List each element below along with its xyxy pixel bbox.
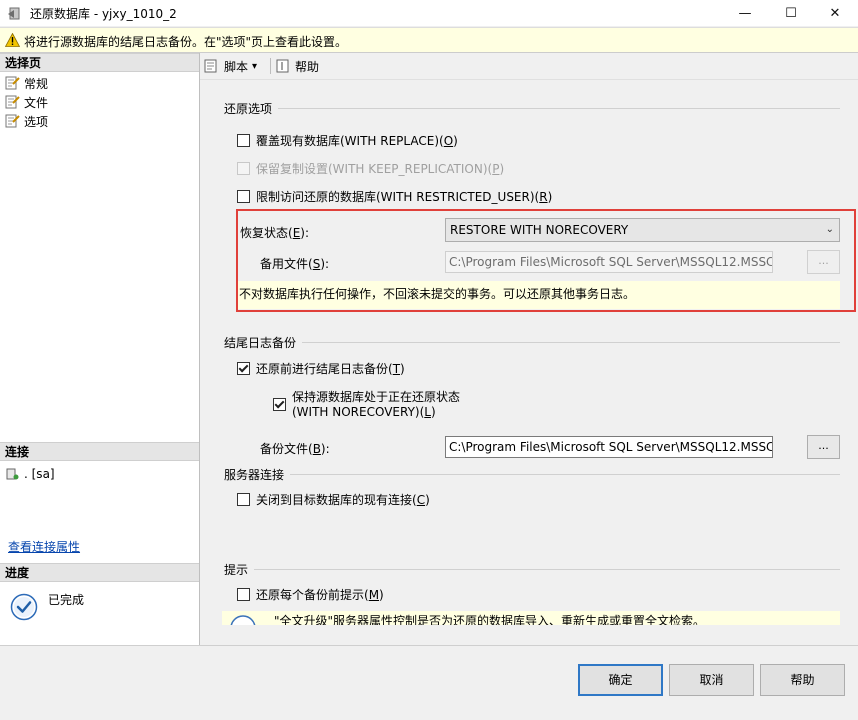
fulltext-info-text: "全文升级"服务器属性控制是否为还原的数据库导入、重新生成或重置全文检索。	[274, 614, 706, 625]
keep-replication-checkbox: 保留复制设置(WITH KEEP_REPLICATION)(P)	[237, 160, 504, 177]
section-divider	[254, 569, 840, 570]
cancel-button[interactable]: 取消	[669, 664, 754, 696]
toolbar: 脚本 ▾ 帮助	[200, 53, 858, 80]
keep-replication-label: 保留复制设置(WITH KEEP_REPLICATION)(P)	[256, 162, 505, 176]
overwrite-label: 覆盖现有数据库(WITH REPLACE)(O)	[256, 134, 458, 148]
server-icon	[6, 468, 19, 480]
ok-button[interactable]: 确定	[578, 664, 663, 696]
restore-options-section-label: 还原选项	[224, 102, 273, 116]
warning-bar: 将进行源数据库的结尾日志备份。在"选项"页上查看此设置。	[0, 27, 858, 53]
title-bar: 还原数据库 - yjxy_1010_2 — ☐ ✕	[0, 0, 858, 26]
connection-value: . [sa]	[24, 467, 55, 481]
nav-item-general[interactable]: 常规	[4, 74, 48, 92]
checkbox-box[interactable]	[237, 190, 250, 203]
help-button[interactable]: 帮助	[760, 664, 845, 696]
dialog-button-bar: 确定 取消 帮助	[0, 645, 858, 720]
connection-item: . [sa]	[4, 465, 55, 483]
checkbox-box[interactable]	[237, 362, 250, 375]
warning-text: 将进行源数据库的结尾日志备份。在"选项"页上查看此设置。	[24, 35, 348, 49]
leave-restoring-checkbox[interactable]	[273, 398, 286, 411]
chevron-down-icon[interactable]: ▾	[252, 61, 257, 72]
tail-log-backup-checkbox[interactable]: 还原前进行结尾日志备份(T)	[237, 360, 405, 377]
nav-item-options[interactable]: 选项	[4, 112, 48, 130]
maximize-button[interactable]: ☐	[768, 0, 814, 26]
checkbox-box[interactable]	[237, 493, 250, 506]
prompt-section-label: 提示	[224, 563, 249, 577]
page-icon	[5, 114, 20, 128]
backup-file-label: 备份文件(B):	[260, 442, 330, 456]
help-toolbar-label: 帮助	[295, 59, 320, 74]
checkbox-box[interactable]	[237, 134, 250, 147]
backup-file-input[interactable]: C:\Program Files\Microsoft SQL Server\MS…	[445, 436, 773, 458]
nav-item-label: 常规	[24, 76, 49, 91]
help-toolbar-button[interactable]: 帮助	[275, 57, 319, 75]
section-divider	[302, 342, 840, 343]
toolbar-separator	[270, 58, 271, 74]
close-connections-checkbox[interactable]: 关闭到目标数据库的现有连接(C)	[237, 491, 430, 508]
fulltext-info-strip: "全文升级"服务器属性控制是否为还原的数据库导入、重新生成或重置全文检索。	[222, 611, 840, 625]
progress-status: 已完成	[48, 593, 85, 607]
restricted-user-checkbox[interactable]: 限制访问还原的数据库(WITH RESTRICTED_USER)(R)	[237, 188, 552, 205]
backup-browse-button[interactable]: ...	[807, 435, 840, 459]
nav-item-label: 文件	[24, 95, 49, 110]
script-icon	[204, 59, 217, 73]
help-icon	[276, 59, 289, 73]
prompt-before-backup-checkbox[interactable]: 还原每个备份前提示(M)	[237, 586, 384, 603]
prompt-before-backup-label: 还原每个备份前提示(M)	[256, 588, 384, 602]
section-divider	[290, 474, 840, 475]
leave-restoring-label-line1: 保持源数据库处于正在还原状态	[292, 390, 461, 404]
nav-item-files[interactable]: 文件	[4, 93, 48, 111]
select-page-header: 选择页	[0, 53, 199, 72]
script-button[interactable]: 脚本 ▾	[204, 57, 257, 75]
connection-header: 连接	[0, 442, 199, 461]
completed-check-icon	[10, 593, 38, 621]
window-title: 还原数据库 - yjxy_1010_2	[30, 7, 177, 21]
close-connections-label: 关闭到目标数据库的现有连接(C)	[256, 493, 430, 507]
tail-log-section-label: 结尾日志备份	[224, 336, 297, 350]
close-button[interactable]: ✕	[812, 0, 858, 26]
overwrite-checkbox[interactable]: 覆盖现有数据库(WITH REPLACE)(O)	[237, 132, 458, 149]
info-icon	[230, 615, 256, 625]
left-panel: 选择页 常规 文件 选项 连接 . [sa] 查看连接属性 进度 已完成	[0, 53, 200, 645]
script-label: 脚本	[224, 59, 249, 74]
server-connections-section-label: 服务器连接	[224, 468, 285, 482]
minimize-button[interactable]: —	[722, 0, 768, 26]
checkbox-box	[237, 162, 250, 175]
section-divider	[278, 108, 840, 109]
page-icon	[5, 95, 20, 109]
restricted-user-label: 限制访问还原的数据库(WITH RESTRICTED_USER)(R)	[256, 190, 553, 204]
tail-log-backup-label: 还原前进行结尾日志备份(T)	[256, 362, 405, 376]
leave-restoring-label-line2: (WITH NORECOVERY)(L)	[292, 405, 436, 419]
warning-icon	[5, 33, 20, 47]
progress-header: 进度	[0, 563, 199, 582]
highlight-box	[236, 209, 856, 312]
view-connection-properties-link[interactable]: 查看连接属性	[8, 538, 80, 555]
restore-database-icon	[8, 7, 20, 20]
checkbox-box[interactable]	[237, 588, 250, 601]
nav-item-label: 选项	[24, 114, 49, 129]
page-icon	[5, 76, 20, 90]
